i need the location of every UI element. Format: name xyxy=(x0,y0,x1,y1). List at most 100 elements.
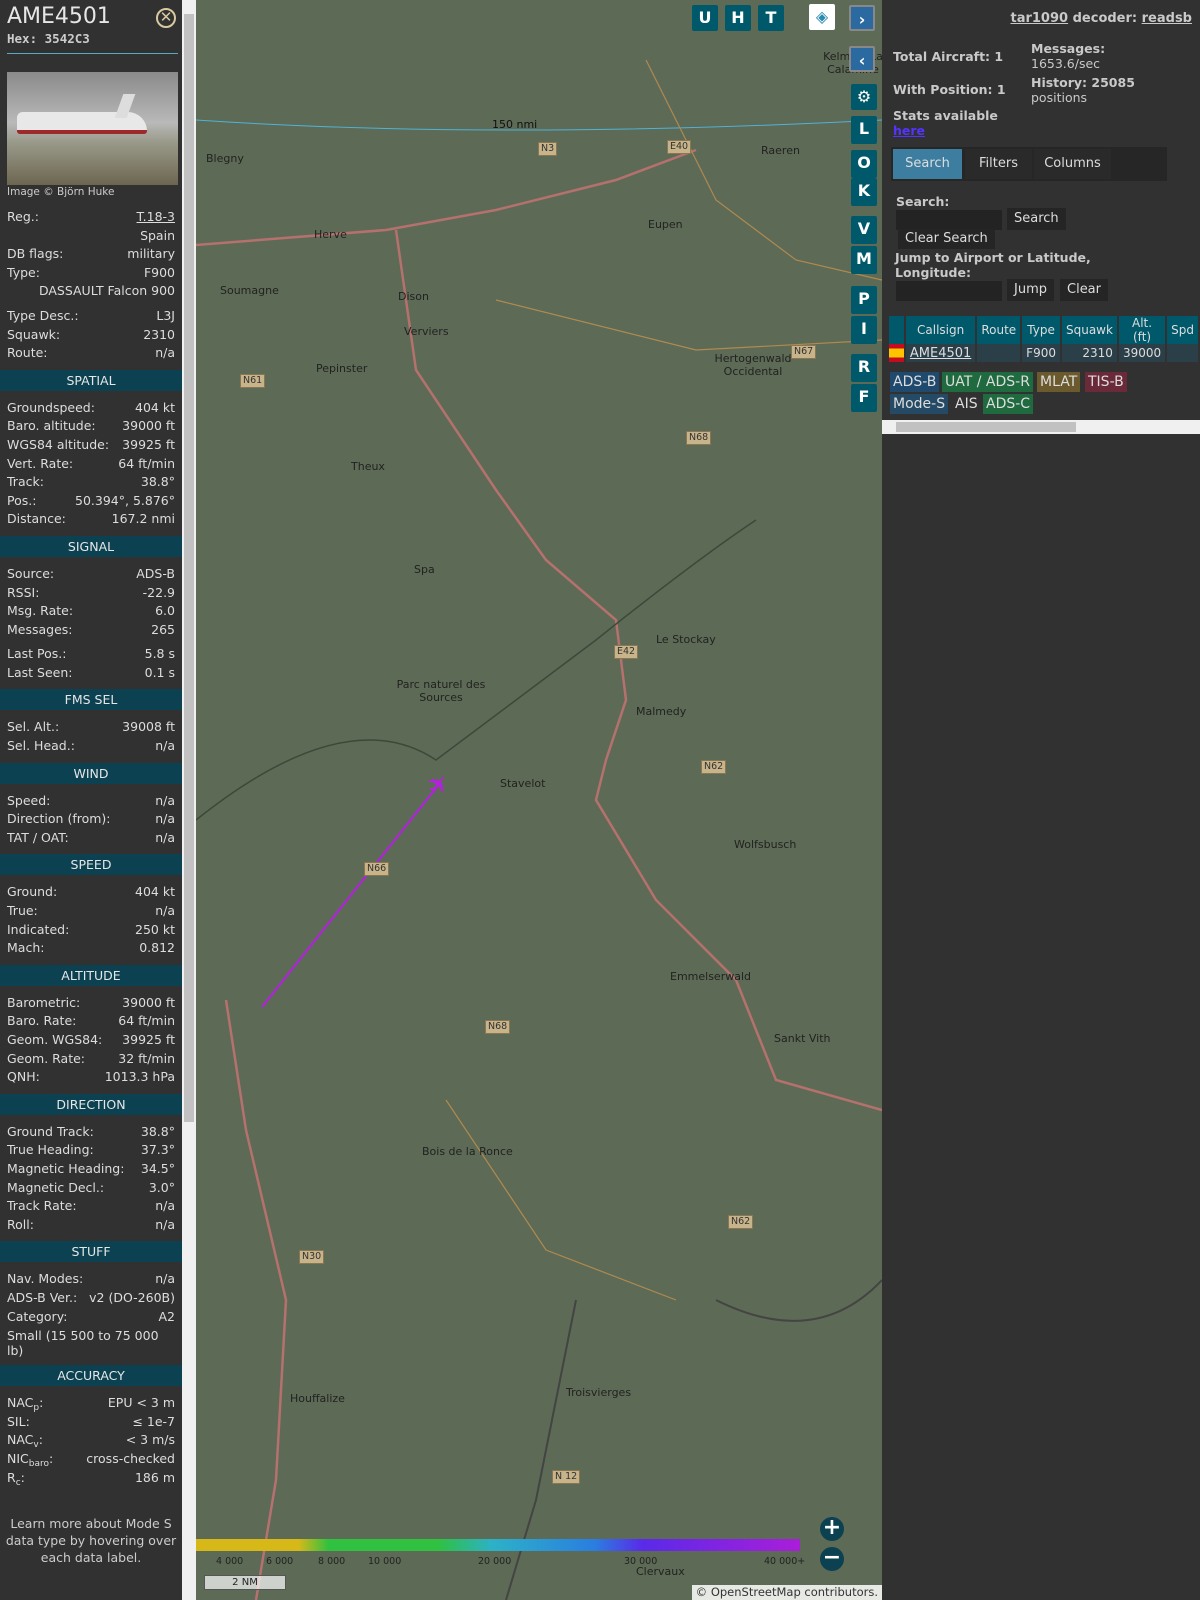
jump-input[interactable] xyxy=(896,281,1002,301)
detail-label[interactable]: Indicated: xyxy=(7,921,69,940)
detail-label[interactable]: Mach: xyxy=(7,939,44,958)
detail-value[interactable]: T.18-3 xyxy=(137,208,176,227)
detail-value: L3J xyxy=(156,307,175,323)
column-header-route[interactable]: Route xyxy=(977,316,1021,344)
zoom-out-button[interactable]: − xyxy=(820,1547,844,1571)
column-header-squawk[interactable]: Squawk xyxy=(1061,316,1117,344)
detail-label[interactable]: ADS-B Ver.: xyxy=(7,1289,77,1308)
detail-label[interactable]: Baro. Rate: xyxy=(7,1012,76,1031)
search-input[interactable] xyxy=(896,210,1002,230)
detail-label[interactable]: NICbaro: xyxy=(7,1450,53,1469)
close-icon[interactable]: ✕ xyxy=(156,8,176,28)
layers-icon[interactable]: ◈ xyxy=(809,4,835,30)
map-attribution[interactable]: © OpenStreetMap contributors. xyxy=(691,1585,882,1600)
detail-label[interactable]: QNH: xyxy=(7,1068,40,1087)
detail-label[interactable]: Type Desc.: xyxy=(7,307,79,326)
clear-search-button[interactable]: Clear Search xyxy=(898,229,995,249)
map-button-h[interactable]: H xyxy=(725,5,751,31)
detail-label[interactable]: Messages: xyxy=(7,621,73,640)
detail-label[interactable]: Msg. Rate: xyxy=(7,602,73,621)
detail-label[interactable]: Last Seen: xyxy=(7,664,72,683)
detail-label[interactable]: Ground Track: xyxy=(7,1123,94,1142)
detail-label[interactable]: TAT / OAT: xyxy=(7,829,69,848)
clear-button[interactable]: Clear xyxy=(1060,279,1108,301)
detail-label[interactable]: Sel. Alt.: xyxy=(7,718,59,737)
detail-label[interactable]: Track Rate: xyxy=(7,1197,77,1216)
detail-label[interactable]: Magnetic Decl.: xyxy=(7,1179,104,1198)
chevron-left-icon[interactable]: ‹ xyxy=(849,46,875,72)
map-button-v[interactable]: V xyxy=(851,216,877,244)
detail-label[interactable]: True Heading: xyxy=(7,1141,94,1160)
aircraft-photo[interactable] xyxy=(7,72,178,185)
map-button-r[interactable]: R xyxy=(851,354,877,382)
tar1090-link[interactable]: tar1090 xyxy=(1010,11,1068,26)
table-scrollbar[interactable] xyxy=(882,420,1200,434)
detail-label[interactable]: Barometric: xyxy=(7,994,80,1013)
detail-label[interactable]: Groundspeed: xyxy=(7,399,95,418)
table-cell[interactable]: AME4501 xyxy=(905,344,976,362)
detail-label[interactable]: Source: xyxy=(7,565,54,584)
detail-label[interactable]: Baro. altitude: xyxy=(7,417,96,436)
detail-label[interactable]: Roll: xyxy=(7,1216,34,1235)
detail-row: Track: 38.8° xyxy=(0,473,182,492)
detail-label[interactable]: True: xyxy=(7,902,38,921)
detail-label[interactable]: Reg.: xyxy=(7,208,39,227)
map-button-f[interactable]: F xyxy=(851,384,877,412)
scrollbar-thumb[interactable] xyxy=(184,14,194,1122)
detail-label[interactable]: Category: xyxy=(7,1308,67,1327)
column-header-altft[interactable]: Alt. (ft) xyxy=(1118,316,1166,344)
decoder-link[interactable]: readsb xyxy=(1142,11,1192,26)
detail-label[interactable]: Type: xyxy=(7,264,40,283)
map-button-l[interactable]: L xyxy=(851,116,877,144)
detail-label[interactable]: Squawk: xyxy=(7,326,60,345)
sidebar-scrollbar[interactable] xyxy=(182,0,196,1600)
search-button[interactable]: Search xyxy=(1007,208,1066,230)
detail-label[interactable]: Pos.: xyxy=(7,492,36,511)
tab-filters[interactable]: Filters xyxy=(965,149,1032,179)
detail-label[interactable]: Distance: xyxy=(7,510,66,529)
column-header-spd[interactable]: Spd xyxy=(1167,316,1198,344)
map-button-t[interactable]: T xyxy=(758,5,784,31)
map-button-o[interactable]: O xyxy=(851,150,877,178)
detail-label[interactable]: Speed: xyxy=(7,792,50,811)
map-button-m[interactable]: M xyxy=(851,246,877,274)
detail-label[interactable]: DB flags: xyxy=(7,245,63,264)
map-button-i[interactable]: I xyxy=(851,316,877,344)
detail-label[interactable]: Ground: xyxy=(7,883,57,902)
detail-label[interactable]: Magnetic Heading: xyxy=(7,1160,124,1179)
detail-label[interactable]: Route: xyxy=(7,344,48,363)
table-row[interactable]: AME4501 F900 2310 39000 xyxy=(889,344,1198,362)
detail-label[interactable]: SIL: xyxy=(7,1413,30,1432)
jump-button[interactable]: Jump xyxy=(1007,279,1054,301)
detail-label[interactable]: Sel. Head.: xyxy=(7,737,75,756)
column-header-type[interactable]: Type xyxy=(1022,316,1060,344)
settings-gear-icon[interactable]: ⚙ xyxy=(851,84,877,110)
tab-search[interactable]: Search xyxy=(893,149,962,179)
detail-label[interactable]: Rc: xyxy=(7,1469,25,1488)
map[interactable]: ✈ Kelmis - La CalamineBlegnyRaerenHerveE… xyxy=(196,0,882,1600)
map-button-p[interactable]: P xyxy=(851,286,877,314)
map-button-u[interactable]: U xyxy=(692,5,718,31)
detail-label[interactable]: Direction (from): xyxy=(7,810,111,829)
detail-row: Speed: n/a xyxy=(0,792,182,811)
detail-label[interactable]: Geom. Rate: xyxy=(7,1050,85,1069)
tab-columns[interactable]: Columns xyxy=(1034,149,1111,179)
detail-label[interactable]: Nav. Modes: xyxy=(7,1270,83,1289)
scrollbar-thumb[interactable] xyxy=(896,422,1076,432)
map-button-k[interactable]: K xyxy=(851,178,877,206)
chevron-right-icon[interactable]: › xyxy=(849,5,875,31)
zoom-in-button[interactable]: + xyxy=(820,1517,844,1541)
stats-link[interactable]: here xyxy=(893,123,925,138)
detail-label[interactable]: NACv: xyxy=(7,1431,43,1450)
legend-tick-label: 30 000 xyxy=(624,1556,658,1567)
detail-label[interactable]: Vert. Rate: xyxy=(7,455,73,474)
column-header-callsign[interactable]: Callsign xyxy=(905,316,976,344)
column-header-flag[interactable] xyxy=(889,316,904,344)
detail-label[interactable]: NACp: xyxy=(7,1394,43,1413)
detail-label[interactable]: Last Pos.: xyxy=(7,645,66,664)
detail-label[interactable]: Track: xyxy=(7,473,44,492)
detail-label[interactable]: RSSI: xyxy=(7,584,39,603)
detail-label[interactable]: Geom. WGS84: xyxy=(7,1031,102,1050)
detail-label[interactable]: WGS84 altitude: xyxy=(7,436,109,455)
detail-row: Baro. altitude: 39000 ft xyxy=(0,417,182,436)
